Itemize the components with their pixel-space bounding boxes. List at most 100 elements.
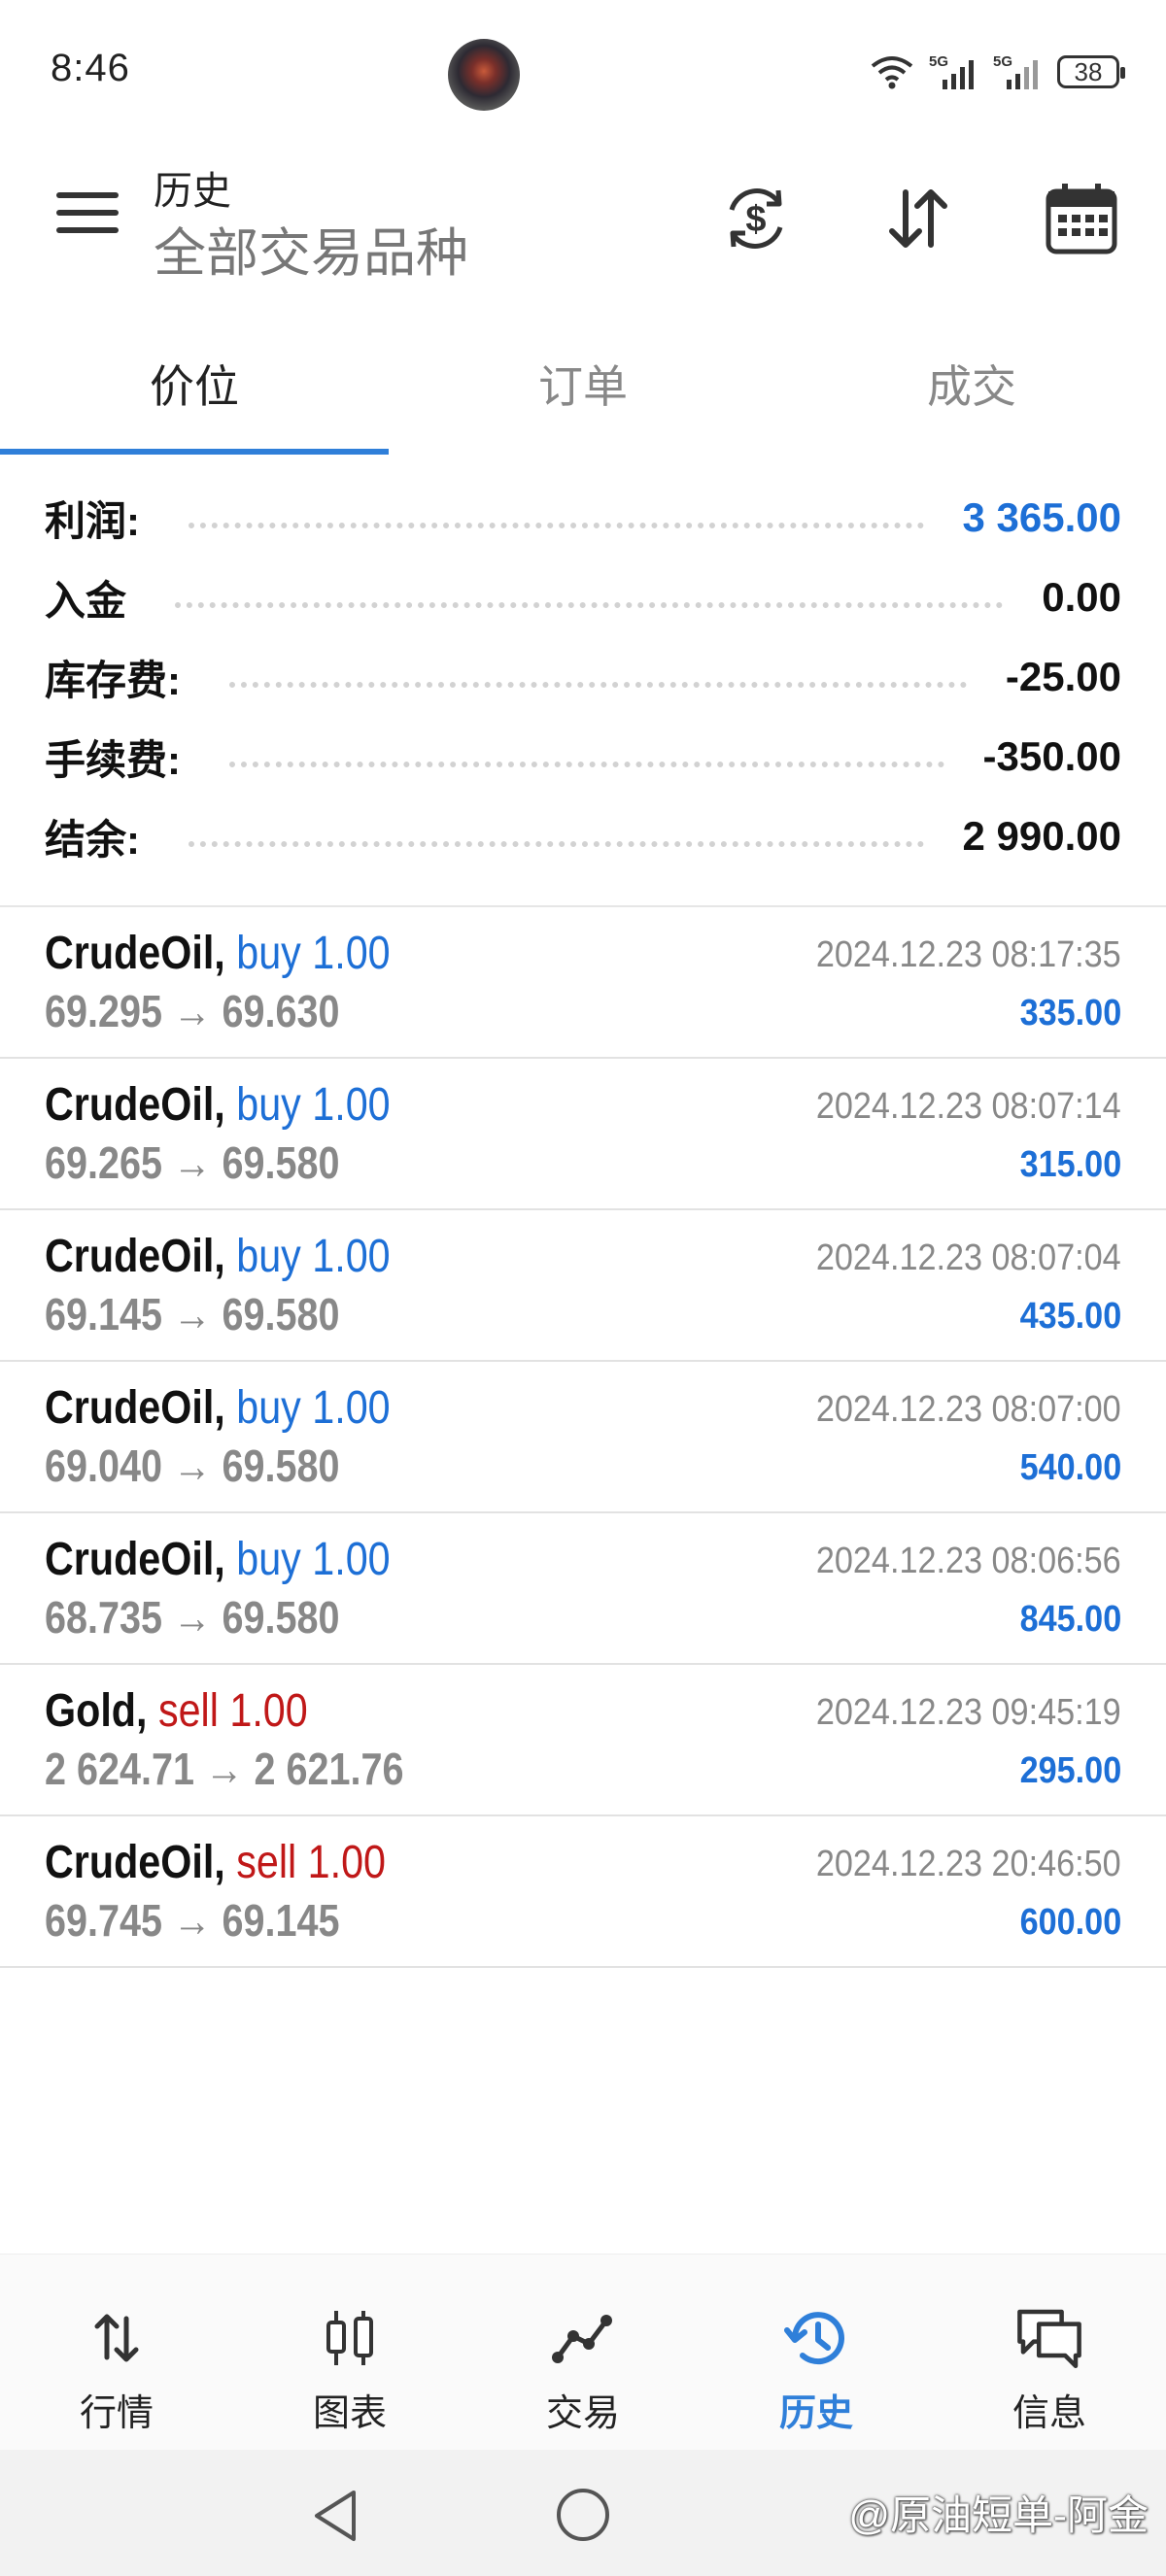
- deals-list: CrudeOil, buy 1.00 69.295 → 69.630 2024.…: [0, 905, 1166, 1968]
- dotted-leader: [229, 682, 967, 688]
- signal-5g-icon: 5G: [929, 53, 974, 89]
- symbol-filter[interactable]: 全部交易品种: [154, 210, 468, 287]
- signal-5g-secondary-icon: 5G: [993, 53, 1038, 89]
- deal-side: buy 1.00: [236, 1079, 391, 1131]
- deal-side: sell 1.00: [236, 1837, 387, 1888]
- page-title: 历史: [154, 170, 231, 213]
- deal-time: 2024.12.23 08:06:56: [816, 1541, 1121, 1581]
- currency-exchange-icon[interactable]: $: [712, 175, 800, 262]
- nav-quotes[interactable]: 行情: [0, 2254, 233, 2450]
- status-time: 8:46: [51, 47, 130, 89]
- deal-time: 2024.12.23 08:07:00: [816, 1389, 1121, 1430]
- nav-label: 图表: [312, 2393, 387, 2434]
- deal-profit: 435.00: [1019, 1296, 1121, 1337]
- deal-row[interactable]: CrudeOil, buy 1.00 69.040 → 69.580 2024.…: [0, 1362, 1166, 1513]
- deal-profit: 540.00: [1019, 1447, 1121, 1488]
- balance-label: 结余:: [45, 816, 140, 863]
- deal-profit: 315.00: [1019, 1144, 1121, 1185]
- deal-row[interactable]: CrudeOil, sell 1.00 69.745 → 69.145 2024…: [0, 1816, 1166, 1968]
- commission-label: 手续费:: [45, 736, 181, 783]
- deal-row[interactable]: CrudeOil, buy 1.00 69.265 → 69.580 2024.…: [0, 1059, 1166, 1210]
- deal-side: sell 1.00: [157, 1685, 308, 1737]
- tab-orders[interactable]: 订单: [389, 311, 777, 455]
- dotted-leader: [229, 762, 944, 767]
- nav-trade[interactable]: 交易: [466, 2254, 700, 2450]
- summary-balance-row: 结余: 2 990.00: [0, 797, 1166, 876]
- deal-side: buy 1.00: [236, 1231, 391, 1282]
- menu-icon[interactable]: [56, 192, 119, 241]
- deal-prices: 2 624.71 → 2 621.76: [45, 1744, 404, 1794]
- nav-messages[interactable]: 信息: [933, 2254, 1166, 2450]
- trade-line-icon: [548, 2303, 618, 2373]
- dotted-leader: [189, 841, 924, 847]
- dotted-leader: [189, 523, 924, 528]
- svg-text:5G: 5G: [929, 53, 948, 70]
- deposit-label: 入金: [45, 577, 127, 624]
- deal-row[interactable]: CrudeOil, buy 1.00 69.145 → 69.580 2024.…: [0, 1210, 1166, 1362]
- deal-symbol: CrudeOil,: [45, 1382, 225, 1434]
- summary-profit-row: 利润: 3 365.00: [0, 478, 1166, 558]
- system-navigation-bar: @原油短单-阿金: [0, 2450, 1166, 2576]
- deal-symbol: CrudeOil,: [45, 1534, 225, 1585]
- summary-panel: 利润: 3 365.00 入金 0.00 库存费: -25.00 手续费: -3…: [0, 478, 1166, 876]
- quotes-arrows-icon: [82, 2303, 152, 2373]
- deal-prices: 69.040 → 69.580: [45, 1441, 340, 1491]
- tab-bar: 价位 订单 成交: [0, 311, 1166, 455]
- sort-icon[interactable]: [874, 175, 962, 262]
- profit-value: 3 365.00: [962, 494, 1122, 540]
- back-icon[interactable]: [309, 2487, 363, 2550]
- home-icon[interactable]: [557, 2489, 609, 2541]
- deal-symbol: CrudeOil,: [45, 1231, 225, 1282]
- swap-value: -25.00: [1005, 654, 1121, 699]
- deal-time: 2024.12.23 09:45:19: [816, 1692, 1121, 1733]
- deal-time: 2024.12.23 20:46:50: [816, 1844, 1121, 1884]
- deal-profit: 295.00: [1019, 1750, 1121, 1791]
- nav-label: 历史: [778, 2393, 853, 2434]
- deal-prices: 69.295 → 69.630: [45, 986, 340, 1036]
- wifi-icon: [871, 56, 913, 89]
- candles-chart-icon: [315, 2303, 385, 2373]
- deal-symbol: CrudeOil,: [45, 1079, 225, 1131]
- swap-label: 库存费:: [45, 657, 181, 703]
- nav-charts[interactable]: 图表: [233, 2254, 466, 2450]
- battery-indicator: 38: [1057, 55, 1125, 88]
- nav-history[interactable]: 历史: [700, 2254, 933, 2450]
- deal-row[interactable]: CrudeOil, buy 1.00 69.295 → 69.630 2024.…: [0, 907, 1166, 1059]
- deposit-value: 0.00: [1042, 574, 1121, 620]
- summary-swap-row: 库存费: -25.00: [0, 637, 1166, 717]
- svg-text:5G: 5G: [993, 53, 1012, 70]
- deal-profit: 845.00: [1019, 1599, 1121, 1640]
- summary-commission-row: 手续费: -350.00: [0, 717, 1166, 797]
- nav-label: 行情: [79, 2393, 154, 2434]
- deal-time: 2024.12.23 08:07:04: [816, 1237, 1121, 1278]
- avatar: [448, 39, 520, 111]
- deal-profit: 335.00: [1019, 993, 1121, 1034]
- deal-side: buy 1.00: [236, 1534, 391, 1585]
- profit-label: 利润:: [45, 497, 140, 544]
- dotted-leader: [175, 602, 1004, 608]
- deal-symbol: CrudeOil,: [45, 1837, 225, 1888]
- toolbar: 历史 全部交易品种 $: [0, 146, 1166, 291]
- messages-icon: [1014, 2303, 1084, 2373]
- deal-row[interactable]: CrudeOil, buy 1.00 68.735 → 69.580 2024.…: [0, 1513, 1166, 1665]
- deal-time: 2024.12.23 08:07:14: [816, 1086, 1121, 1127]
- deal-prices: 69.745 → 69.145: [45, 1895, 340, 1946]
- status-bar: 8:46 5G 5G 38: [0, 0, 1166, 146]
- commission-value: -350.00: [982, 733, 1121, 779]
- bottom-navigation: 行情 图表 交易 历史 信息: [0, 2254, 1166, 2450]
- deal-profit: 600.00: [1019, 1902, 1121, 1943]
- summary-deposit-row: 入金 0.00: [0, 558, 1166, 637]
- watermark: @原油短单-阿金: [848, 2492, 1149, 2538]
- tab-positions[interactable]: 价位: [0, 311, 389, 455]
- history-clock-icon: [781, 2303, 851, 2373]
- deal-prices: 69.145 → 69.580: [45, 1289, 340, 1339]
- deal-prices: 69.265 → 69.580: [45, 1137, 340, 1188]
- nav-label: 信息: [1012, 2393, 1086, 2434]
- svg-text:$: $: [745, 199, 766, 240]
- deal-prices: 68.735 → 69.580: [45, 1592, 340, 1643]
- tab-deals[interactable]: 成交: [777, 311, 1166, 455]
- deal-row[interactable]: Gold, sell 1.00 2 624.71 → 2 621.76 2024…: [0, 1665, 1166, 1816]
- calendar-icon[interactable]: [1038, 175, 1125, 262]
- deal-side: buy 1.00: [236, 928, 391, 979]
- deal-symbol: Gold,: [45, 1685, 148, 1737]
